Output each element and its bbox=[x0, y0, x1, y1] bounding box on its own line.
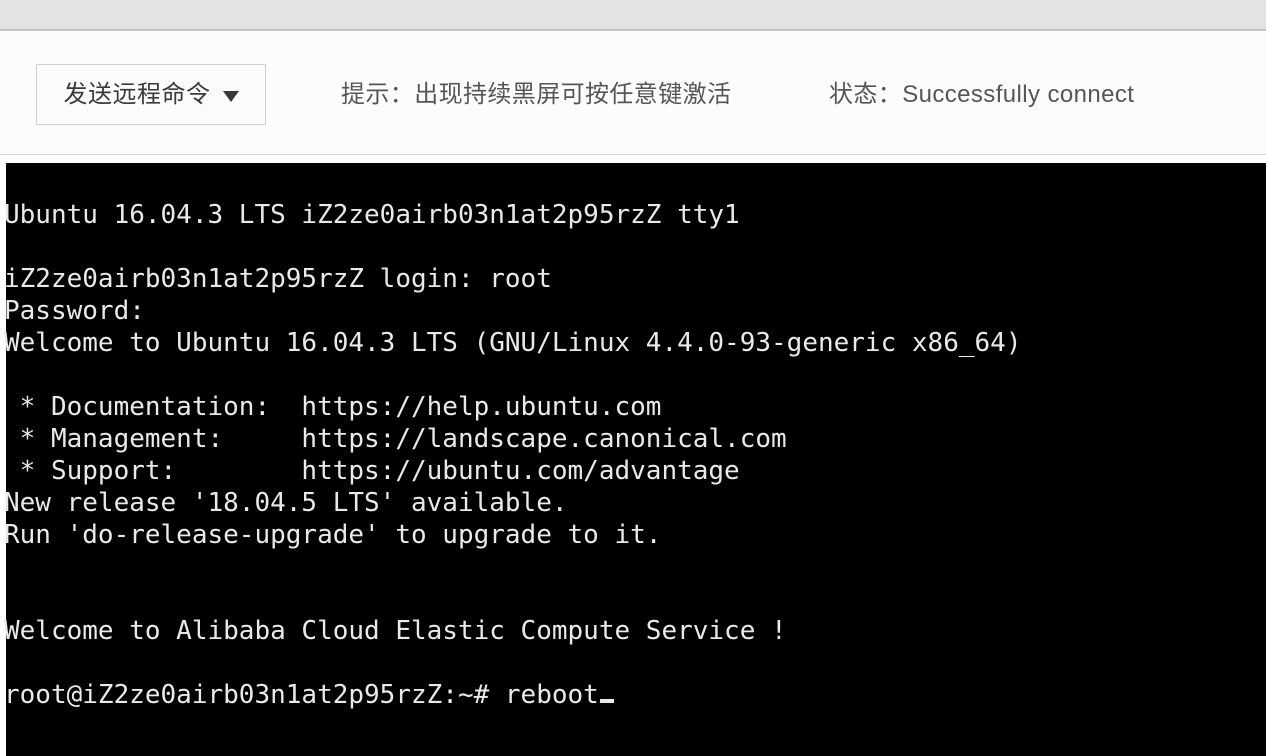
chevron-down-icon bbox=[222, 90, 239, 102]
send-remote-command-label: 发送远程命令 bbox=[63, 80, 211, 108]
remote-terminal-console: 发送远程命令 提示：出现持续黑屏可按任意键激活 状态：Successfully … bbox=[0, 0, 1266, 756]
terminal-line: iZ2ze0airb03n1at2p95rzZ login: root bbox=[4, 264, 552, 294]
terminal-output: Ubuntu 16.04.3 LTS iZ2ze0airb03n1at2p95r… bbox=[3, 199, 1266, 711]
terminal-line: Run 'do-release-upgrade' to upgrade to i… bbox=[4, 520, 662, 550]
terminal-line: * Management: https://landscape.canonica… bbox=[4, 424, 787, 454]
terminal-line: Welcome to Alibaba Cloud Elastic Compute… bbox=[4, 616, 787, 646]
terminal-line: * Support: https://ubuntu.com/advantage bbox=[4, 456, 740, 486]
terminal-screen[interactable]: Ubuntu 16.04.3 LTS iZ2ze0airb03n1at2p95r… bbox=[3, 163, 1266, 756]
terminal-line: New release '18.04.5 LTS' available. bbox=[4, 488, 568, 518]
terminal-line: root@iZ2ze0airb03n1at2p95rzZ:~# reboot bbox=[3, 679, 1266, 711]
terminal-line: * Documentation: https://help.ubuntu.com bbox=[4, 392, 662, 422]
window-top-strip bbox=[0, 0, 1266, 31]
send-remote-command-button[interactable]: 发送远程命令 bbox=[36, 64, 266, 125]
terminal-line: Password: bbox=[4, 296, 145, 326]
terminal-line: Ubuntu 16.04.3 LTS iZ2ze0airb03n1at2p95r… bbox=[4, 200, 740, 230]
terminal-line: Welcome to Ubuntu 16.04.3 LTS (GNU/Linux… bbox=[4, 328, 1022, 358]
terminal-cursor bbox=[599, 679, 614, 703]
black-screen-hint-text: 提示：出现持续黑屏可按任意键激活 bbox=[341, 81, 732, 108]
terminal-frame: Ubuntu 16.04.3 LTS iZ2ze0airb03n1at2p95r… bbox=[0, 156, 1266, 756]
connection-status-text: 状态：Successfully connect bbox=[829, 81, 1135, 108]
console-toolbar: 发送远程命令 提示：出现持续黑屏可按任意键激活 状态：Successfully … bbox=[0, 33, 1266, 155]
